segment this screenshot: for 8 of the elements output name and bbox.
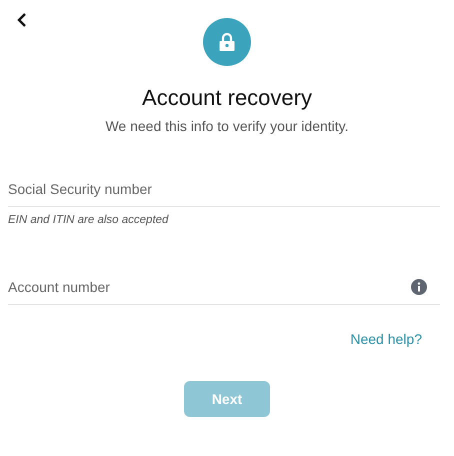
back-icon [17, 13, 27, 27]
input-field[interactable]: Social Security number [8, 171, 440, 207]
page-title: Account recovery [142, 84, 312, 112]
help-link[interactable]: Need help? [350, 329, 422, 350]
page-subtitle: We need this info to verify your identity. [105, 117, 349, 136]
info-icon[interactable] [411, 279, 427, 296]
lock-icon [218, 32, 236, 52]
field-hint: EIN and ITIN are also accepted [8, 213, 170, 228]
